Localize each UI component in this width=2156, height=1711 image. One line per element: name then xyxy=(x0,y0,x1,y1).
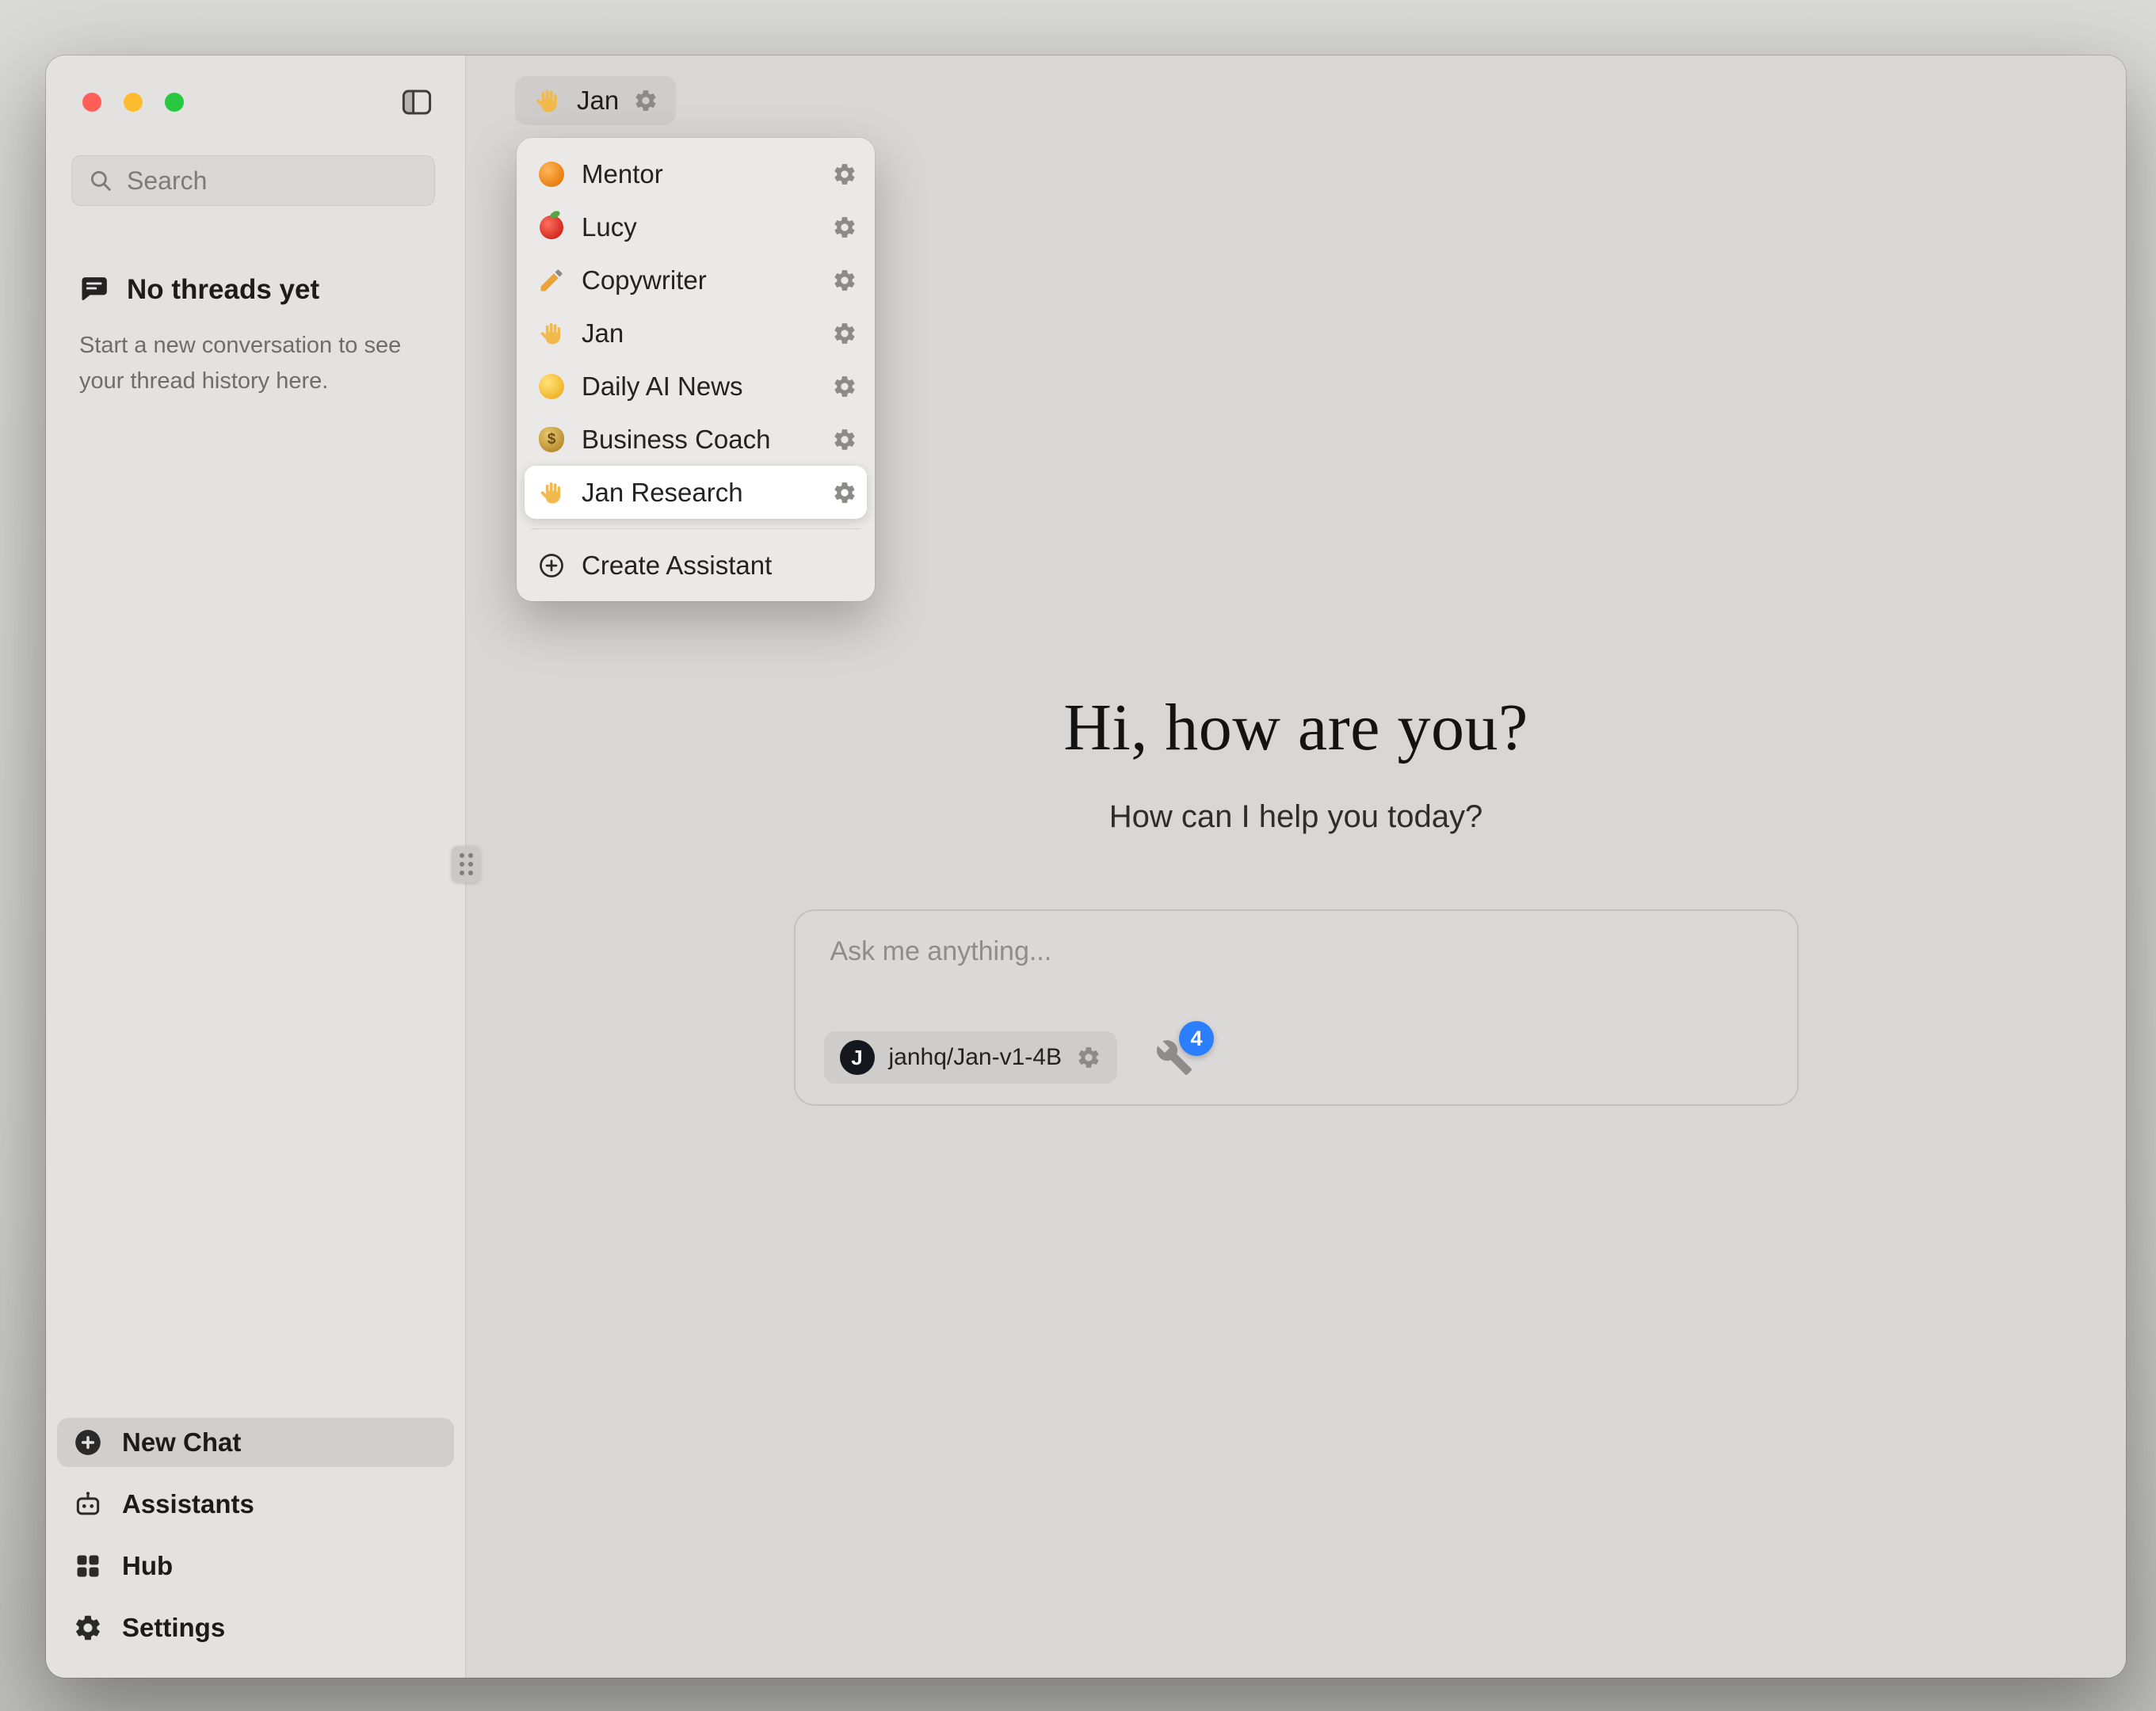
threads-empty-state: No threads yet Start a new conversation … xyxy=(79,274,432,399)
menu-item-mentor[interactable]: Mentor xyxy=(525,147,867,200)
red-apple-icon xyxy=(537,213,566,242)
gear-icon[interactable] xyxy=(832,321,857,346)
hub-grid-icon xyxy=(73,1551,103,1581)
sidebar-item-label: Settings xyxy=(122,1613,225,1643)
menu-item-create-assistant[interactable]: Create Assistant xyxy=(525,539,867,592)
empty-state-description: Start a new conversation to see your thr… xyxy=(79,328,428,399)
search-input[interactable] xyxy=(127,166,419,196)
money-bag-icon xyxy=(537,425,566,454)
search-box[interactable] xyxy=(71,155,435,206)
composer-controls: J janhq/Jan-v1-4B 4 xyxy=(824,1031,1193,1084)
gear-icon[interactable] xyxy=(832,374,857,399)
composer-input[interactable] xyxy=(830,936,1762,1003)
menu-item-lucy[interactable]: Lucy xyxy=(525,200,867,253)
empty-state-title: No threads yet xyxy=(127,274,319,306)
sidebar-top-bar xyxy=(82,86,433,119)
sidebar-item-new-chat[interactable]: New Chat xyxy=(57,1418,454,1467)
gear-icon[interactable] xyxy=(832,268,857,293)
greeting-block: Hi, how are you? How can I help you toda… xyxy=(466,689,2126,835)
gear-icon[interactable] xyxy=(832,427,857,452)
menu-item-daily-ai-news[interactable]: Daily AI News xyxy=(525,360,867,413)
zoom-window-button[interactable] xyxy=(165,93,184,112)
menu-item-jan-research[interactable]: Jan Research xyxy=(525,466,867,519)
menu-item-copywriter[interactable]: Copywriter xyxy=(525,253,867,307)
gear-icon[interactable] xyxy=(832,215,857,240)
model-name: janhq/Jan-v1-4B xyxy=(889,1044,1062,1071)
sidebar-item-label: Assistants xyxy=(122,1489,254,1519)
model-avatar: J xyxy=(840,1040,875,1075)
main-chat-area: Jan Mentor Lucy Copywriter Ja xyxy=(466,55,2126,1678)
minimize-window-button[interactable] xyxy=(124,93,143,112)
menu-separator xyxy=(531,528,860,529)
orange-circle-icon xyxy=(537,160,566,189)
menu-item-business-coach[interactable]: Business Coach xyxy=(525,413,867,466)
chat-composer: J janhq/Jan-v1-4B 4 xyxy=(794,909,1799,1106)
tools-count-badge: 4 xyxy=(1179,1021,1214,1056)
close-window-button[interactable] xyxy=(82,93,101,112)
model-selector-button[interactable]: J janhq/Jan-v1-4B xyxy=(824,1031,1117,1084)
sidebar-toggle-icon[interactable] xyxy=(400,86,433,119)
sidebar: No threads yet Start a new conversation … xyxy=(46,55,466,1678)
plus-circle-outline-icon xyxy=(537,551,566,580)
menu-item-jan[interactable]: Jan xyxy=(525,307,867,360)
greeting-title: Hi, how are you? xyxy=(466,689,2126,766)
assistants-bot-icon xyxy=(73,1489,103,1519)
pencil-icon xyxy=(537,266,566,295)
assistant-dropdown-menu: Mentor Lucy Copywriter Jan Daily AI News xyxy=(517,138,875,601)
assistant-selector-button[interactable]: Jan xyxy=(515,76,676,125)
plus-circle-icon xyxy=(73,1427,103,1458)
sidebar-resize-handle[interactable] xyxy=(452,846,480,882)
gear-icon[interactable] xyxy=(832,162,857,187)
waving-hand-icon xyxy=(532,86,563,116)
sidebar-item-settings[interactable]: Settings xyxy=(57,1603,454,1652)
assistant-settings-gear-icon[interactable] xyxy=(633,88,658,113)
gear-icon xyxy=(73,1613,103,1643)
sidebar-nav: New Chat Assistants Hub Settings xyxy=(46,1418,465,1678)
sidebar-item-assistants[interactable]: Assistants xyxy=(57,1480,454,1529)
sidebar-item-label: Hub xyxy=(122,1551,173,1581)
waving-hand-icon xyxy=(537,319,566,348)
app-window: No threads yet Start a new conversation … xyxy=(46,55,2126,1678)
tools-button[interactable]: 4 xyxy=(1155,1038,1193,1077)
chat-header: Jan xyxy=(515,76,676,125)
sidebar-item-label: New Chat xyxy=(122,1427,241,1458)
sidebar-item-hub[interactable]: Hub xyxy=(57,1541,454,1591)
model-settings-gear-icon[interactable] xyxy=(1076,1045,1101,1070)
greeting-subtitle: How can I help you today? xyxy=(466,799,2126,835)
current-assistant-name: Jan xyxy=(577,86,619,116)
waving-hand-icon xyxy=(537,478,566,507)
chat-bubble-icon xyxy=(79,275,109,305)
window-controls xyxy=(82,93,184,112)
search-icon xyxy=(87,167,114,194)
gear-icon[interactable] xyxy=(832,480,857,505)
yellow-circle-icon xyxy=(537,372,566,401)
